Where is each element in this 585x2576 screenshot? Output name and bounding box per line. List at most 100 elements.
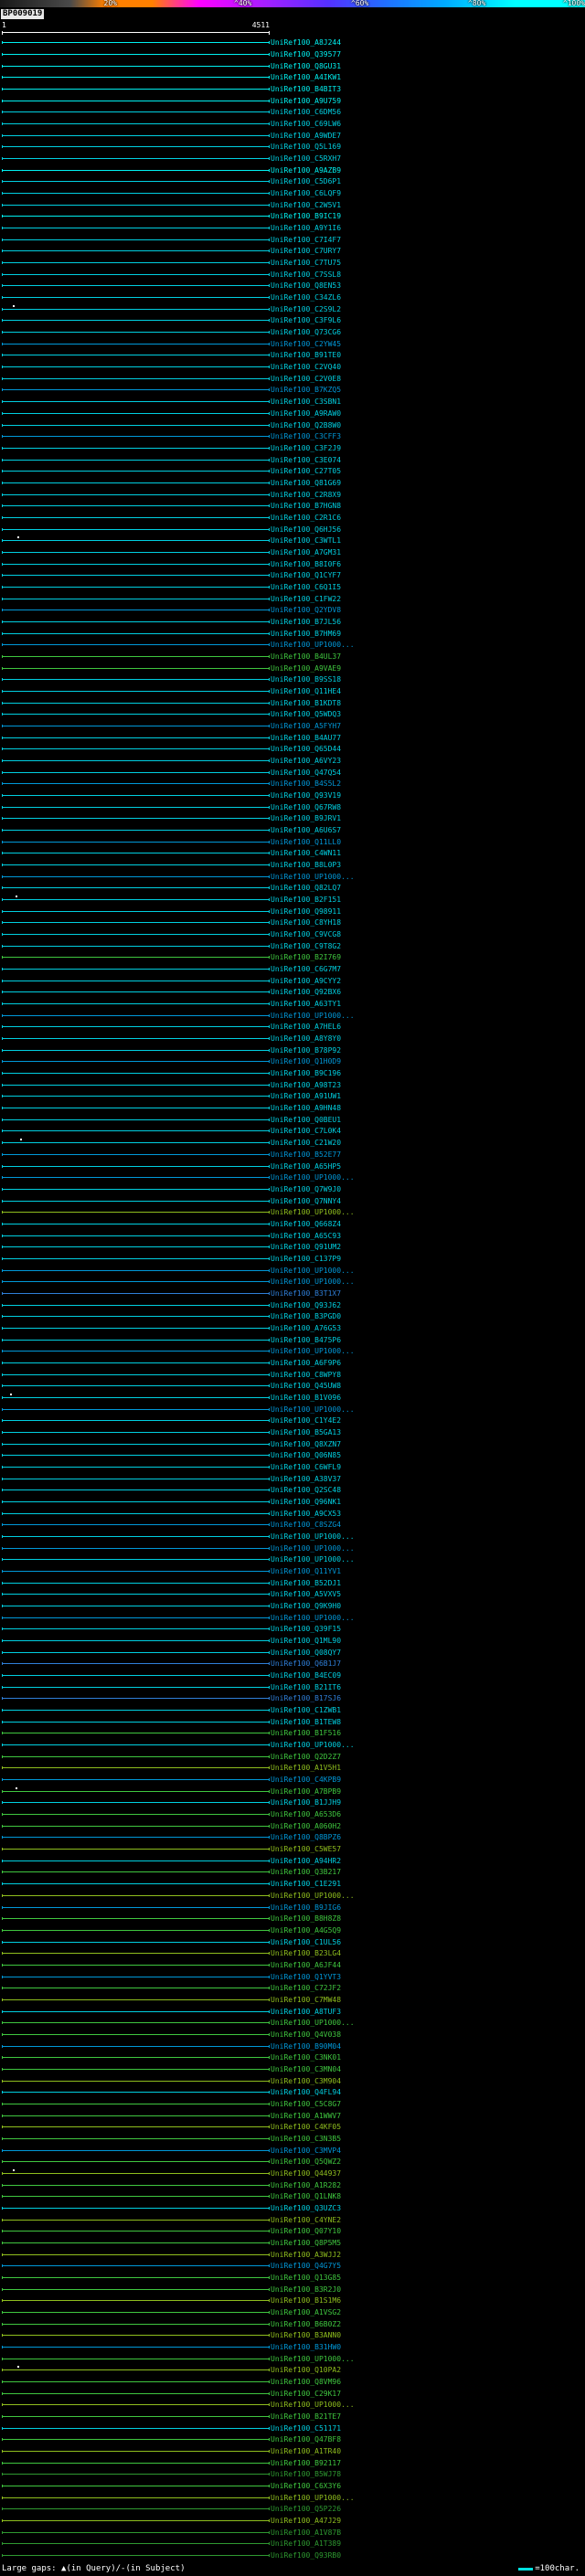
hit-label[interactable]: UniRef100_A1WWV7 bbox=[271, 2113, 341, 2120]
hit-label[interactable]: UniRef100_B8H8Z8 bbox=[271, 1915, 341, 1923]
hit-label[interactable]: UniRef100_A7BPB9 bbox=[271, 1788, 341, 1796]
hit-label[interactable]: UniRef100_C2YW45 bbox=[271, 341, 341, 348]
hit-label[interactable]: UniRef100_A1R282 bbox=[271, 2182, 341, 2189]
hit-label[interactable]: UniRef100_B1S1M6 bbox=[271, 2297, 341, 2305]
hit-label[interactable]: UniRef100_Q11LL0 bbox=[271, 839, 341, 846]
hit-label[interactable]: UniRef100_C1Y4E2 bbox=[271, 1417, 341, 1425]
hit-label[interactable]: UniRef100_Q7NNY4 bbox=[271, 1198, 341, 1205]
hit-label[interactable]: UniRef100_UP1000... bbox=[271, 1267, 355, 1275]
hit-label[interactable]: UniRef100_C34ZL6 bbox=[271, 294, 341, 302]
hit-label[interactable]: UniRef100_B3PGD0 bbox=[271, 1313, 341, 1320]
hit-label[interactable]: UniRef100_A3WJJ2 bbox=[271, 2252, 341, 2259]
hit-label[interactable]: UniRef100_Q8GU31 bbox=[271, 63, 341, 70]
hit-label[interactable]: UniRef100_Q3B217 bbox=[271, 1869, 341, 1876]
hit-label[interactable]: UniRef100_C3WTL1 bbox=[271, 537, 341, 545]
hit-label[interactable]: UniRef100_C7I4F7 bbox=[271, 237, 341, 244]
hit-label[interactable]: UniRef100_C2S9L2 bbox=[271, 306, 341, 313]
hit-label[interactable]: UniRef100_B7KZQ5 bbox=[271, 387, 341, 394]
hit-label[interactable]: UniRef100_A1V87B bbox=[271, 2529, 341, 2537]
hit-label[interactable]: UniRef100_C27T05 bbox=[271, 468, 341, 475]
hit-label[interactable]: UniRef100_A9U759 bbox=[271, 98, 341, 105]
hit-label[interactable]: UniRef100_Q13G85 bbox=[271, 2274, 341, 2282]
hit-label[interactable]: UniRef100_B1JJH9 bbox=[271, 1799, 341, 1807]
hit-label[interactable]: UniRef100_UP1000... bbox=[271, 1892, 355, 1900]
hit-label[interactable]: UniRef100_Q65D44 bbox=[271, 746, 341, 753]
hit-label[interactable]: UniRef100_Q5L169 bbox=[271, 143, 341, 151]
hit-label[interactable]: UniRef100_C1UL56 bbox=[271, 1939, 341, 1946]
hit-label[interactable]: UniRef100_C7MW48 bbox=[271, 1997, 341, 2004]
hit-label[interactable]: UniRef100_C8YH18 bbox=[271, 919, 341, 927]
hit-label[interactable]: UniRef100_Q39F15 bbox=[271, 1626, 341, 1633]
hit-label[interactable]: UniRef100_C6DM56 bbox=[271, 109, 341, 116]
hit-label[interactable]: UniRef100_Q668Z4 bbox=[271, 1221, 341, 1228]
hit-label[interactable]: UniRef100_B3R2J0 bbox=[271, 2286, 341, 2294]
hit-label[interactable]: UniRef100_A65C93 bbox=[271, 1233, 341, 1240]
hit-label[interactable]: UniRef100_Q45UW8 bbox=[271, 1383, 341, 1390]
hit-label[interactable]: UniRef100_C5WE57 bbox=[271, 1846, 341, 1853]
hit-label[interactable]: UniRef100_Q6B1J7 bbox=[271, 1660, 341, 1668]
hit-label[interactable]: UniRef100_C2R1C6 bbox=[271, 514, 341, 522]
hit-label[interactable]: UniRef100_C1E291 bbox=[271, 1881, 341, 1888]
hit-label[interactable]: UniRef100_C2W5V1 bbox=[271, 202, 341, 209]
hit-label[interactable]: UniRef100_A9Y1I6 bbox=[271, 225, 341, 232]
hit-label[interactable]: UniRef100_B7HM69 bbox=[271, 631, 341, 638]
hit-label[interactable]: UniRef100_C7URY7 bbox=[271, 248, 341, 255]
hit-label[interactable]: UniRef100_C3NK01 bbox=[271, 2054, 341, 2062]
hit-label[interactable]: UniRef100_A9CYY2 bbox=[271, 978, 341, 985]
hit-label[interactable]: UniRef100_UP1000... bbox=[271, 1556, 355, 1564]
hit-label[interactable]: UniRef100_B17SJ6 bbox=[271, 1695, 341, 1702]
hit-label[interactable]: UniRef100_Q1H0D9 bbox=[271, 1058, 341, 1065]
hit-label[interactable]: UniRef100_B3T1X7 bbox=[271, 1290, 341, 1298]
hit-label[interactable]: UniRef100_Q2SC48 bbox=[271, 1487, 341, 1494]
hit-label[interactable]: UniRef100_Q39577 bbox=[271, 51, 341, 58]
hit-label[interactable]: UniRef100_B9C196 bbox=[271, 1070, 341, 1077]
hit-label[interactable]: UniRef100_Q67RW8 bbox=[271, 804, 341, 811]
hit-label[interactable]: UniRef100_Q0BEU1 bbox=[271, 1117, 341, 1124]
hit-label[interactable]: UniRef100_C51171 bbox=[271, 2425, 341, 2433]
hit-label[interactable]: UniRef100_B3ANN0 bbox=[271, 2332, 341, 2339]
hit-label[interactable]: UniRef100_C2VQ40 bbox=[271, 364, 341, 371]
hit-label[interactable]: UniRef100_B23LG4 bbox=[271, 1950, 341, 1957]
hit-label[interactable]: UniRef100_A8TUF3 bbox=[271, 2009, 341, 2016]
hit-label[interactable]: UniRef100_UP1000... bbox=[271, 1533, 355, 1541]
hit-label[interactable]: UniRef100_C137P9 bbox=[271, 1256, 341, 1263]
hit-label[interactable]: UniRef100_C6WFL9 bbox=[271, 1464, 341, 1471]
hit-label[interactable]: UniRef100_C3MVP4 bbox=[271, 2147, 341, 2155]
hit-label[interactable]: UniRef100_C1ZWB1 bbox=[271, 1707, 341, 1714]
hit-label[interactable]: UniRef100_C5D6P1 bbox=[271, 178, 341, 186]
hit-label[interactable]: UniRef100_A060H2 bbox=[271, 1823, 341, 1830]
hit-label[interactable]: UniRef100_A1T389 bbox=[271, 2540, 341, 2548]
hit-label[interactable]: UniRef100_A4G5Q9 bbox=[271, 1927, 341, 1935]
hit-label[interactable]: UniRef100_B7JL56 bbox=[271, 619, 341, 626]
hit-label[interactable]: UniRef100_A653D6 bbox=[271, 1811, 341, 1818]
hit-label[interactable]: UniRef100_UP1000... bbox=[271, 1545, 355, 1553]
hit-label[interactable]: UniRef100_A9RAW0 bbox=[271, 410, 341, 418]
hit-label[interactable]: UniRef100_C9VCG8 bbox=[271, 931, 341, 938]
hit-label[interactable]: UniRef100_UP1000... bbox=[271, 2356, 355, 2363]
hit-label[interactable]: UniRef100_C4WN11 bbox=[271, 850, 341, 857]
hit-label[interactable]: UniRef100_Q93J62 bbox=[271, 1302, 341, 1309]
hit-label[interactable]: UniRef100_A6U6S7 bbox=[271, 827, 341, 834]
hit-label[interactable]: UniRef100_B91TE0 bbox=[271, 352, 341, 359]
hit-label[interactable]: UniRef100_A9WDE7 bbox=[271, 133, 341, 140]
hit-label[interactable]: UniRef100_B52E77 bbox=[271, 1151, 341, 1159]
hit-label[interactable]: UniRef100_Q47Q54 bbox=[271, 769, 341, 777]
hit-label[interactable]: UniRef100_Q4V038 bbox=[271, 2031, 341, 2039]
hit-label[interactable]: UniRef100_C3F2J9 bbox=[271, 445, 341, 452]
hit-label[interactable]: UniRef100_A6JF44 bbox=[271, 1962, 341, 1969]
hit-label[interactable]: UniRef100_Q73CG6 bbox=[271, 329, 341, 336]
hit-label[interactable]: UniRef100_C1FW22 bbox=[271, 596, 341, 603]
hit-label[interactable]: UniRef100_Q92BX6 bbox=[271, 989, 341, 996]
hit-label[interactable]: UniRef100_C6X3Y6 bbox=[271, 2483, 341, 2490]
hit-label[interactable]: UniRef100_C7TU75 bbox=[271, 260, 341, 267]
hit-label[interactable]: UniRef100_A91UW1 bbox=[271, 1093, 341, 1100]
hit-label[interactable]: UniRef100_B8I0F6 bbox=[271, 561, 341, 568]
hit-label[interactable]: UniRef100_C5C8G7 bbox=[271, 2101, 341, 2108]
hit-label[interactable]: UniRef100_UP1000... bbox=[271, 1209, 355, 1216]
hit-label[interactable]: UniRef100_C2R8X9 bbox=[271, 492, 341, 499]
hit-label[interactable]: UniRef100_B4UL37 bbox=[271, 653, 341, 661]
hit-label[interactable]: UniRef100_C3N3B5 bbox=[271, 2136, 341, 2143]
hit-label[interactable]: UniRef100_B90M04 bbox=[271, 2043, 341, 2051]
hit-label[interactable]: UniRef100_A6VY23 bbox=[271, 758, 341, 765]
hit-label[interactable]: UniRef100_UP1000... bbox=[271, 1742, 355, 1749]
